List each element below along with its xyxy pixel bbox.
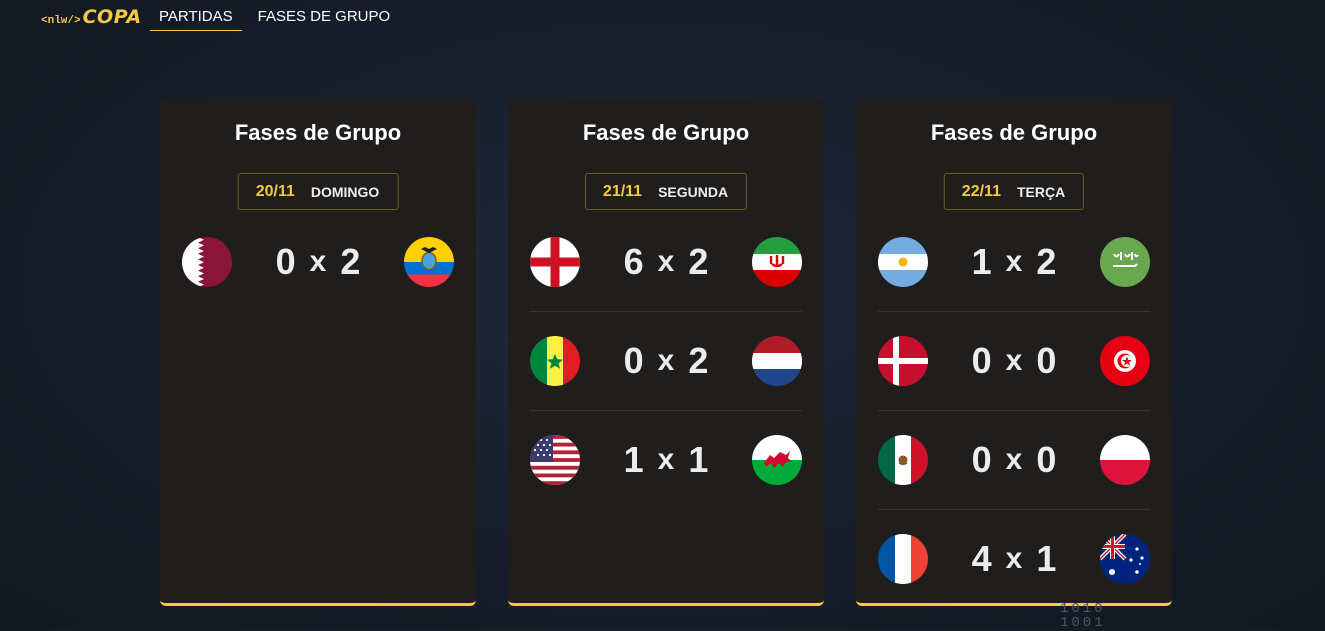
card-title: Fases de Grupo	[234, 120, 402, 145]
senegal-flag-icon	[530, 336, 580, 386]
qatar-flag-icon	[182, 237, 232, 287]
match-list: 1 x 2 0 x 0 0 x 0 4 x 1	[878, 213, 1150, 608]
away-score: 1	[1036, 538, 1057, 579]
france-flag-icon	[878, 534, 928, 584]
denmark-flag-icon	[878, 336, 928, 386]
score-separator: x	[657, 245, 675, 278]
weekday-label: SEGUNDA	[658, 183, 729, 200]
home-score: 6	[623, 241, 644, 282]
match-row[interactable]: 0 x 0	[878, 312, 1150, 411]
score-separator: x	[1005, 245, 1023, 278]
england-flag-icon	[530, 237, 580, 287]
tunisia-flag-icon	[1100, 336, 1150, 386]
background-binary-text: 1010 1001	[1060, 602, 1106, 630]
match-score: 0 x 0	[972, 439, 1057, 481]
home-score: 1	[623, 439, 644, 480]
match-list: 6 x 2 0 x 2 1 x 1	[530, 213, 802, 509]
date-badge: 22/11 TERÇA	[943, 173, 1085, 210]
match-score: 0 x 2	[624, 340, 709, 382]
top-bar: <nlw/> COPA PARTIDAS FASES DE GRUPO	[0, 0, 1325, 34]
score-separator: x	[1005, 542, 1023, 575]
home-score: 0	[971, 340, 992, 381]
nav-partidas[interactable]: PARTIDAS	[150, 0, 242, 31]
match-score: 0 x 0	[972, 340, 1057, 382]
argentina-flag-icon	[878, 237, 928, 287]
match-row[interactable]: 4 x 1	[878, 510, 1150, 608]
match-day-card: Fases de Grupo 21/11 SEGUNDA 6 x 2 0 x 2…	[508, 98, 824, 606]
match-list: 0 x 2	[182, 213, 454, 311]
match-row[interactable]: 0 x 2	[530, 312, 802, 411]
card-title: Fases de Grupo	[582, 120, 750, 145]
date-badge: 21/11 SEGUNDA	[584, 173, 748, 210]
home-score: 0	[275, 241, 296, 282]
date-number: 21/11	[602, 182, 643, 200]
usa-flag-icon	[530, 435, 580, 485]
away-score: 0	[1036, 340, 1057, 381]
binary-line: 1010	[1060, 601, 1106, 617]
away-score: 2	[688, 241, 709, 282]
date-number: 20/11	[255, 182, 295, 200]
match-day-card: Fases de Grupo 22/11 TERÇA 1 x 2 0 x 0 0…	[856, 98, 1172, 606]
date-badge: 20/11 DOMINGO	[237, 173, 399, 210]
match-row[interactable]: 6 x 2	[530, 213, 802, 312]
match-score: 4 x 1	[972, 538, 1057, 580]
match-score: 0 x 2	[276, 241, 361, 283]
australia-flag-icon	[1100, 534, 1150, 584]
ecuador-flag-icon	[404, 237, 454, 287]
match-score: 1 x 1	[624, 439, 709, 481]
score-separator: x	[1005, 443, 1023, 476]
away-score: 0	[1036, 439, 1057, 480]
match-row[interactable]: 1 x 1	[530, 411, 802, 509]
match-score: 6 x 2	[624, 241, 709, 283]
saudi-arabia-flag-icon	[1100, 237, 1150, 287]
home-score: 0	[971, 439, 992, 480]
mexico-flag-icon	[878, 435, 928, 485]
score-separator: x	[657, 344, 675, 377]
match-day-card: Fases de Grupo 20/11 DOMINGO 0 x 2	[160, 98, 476, 606]
poland-flag-icon	[1100, 435, 1150, 485]
match-score: 1 x 2	[972, 241, 1057, 283]
away-score: 2	[688, 340, 709, 381]
card-title: Fases de Grupo	[930, 120, 1098, 145]
nav-fases-de-grupo[interactable]: FASES DE GRUPO	[249, 0, 400, 30]
score-separator: x	[657, 443, 675, 476]
weekday-label: DOMINGO	[310, 183, 380, 200]
match-row[interactable]: 0 x 2	[182, 213, 454, 311]
iran-flag-icon	[752, 237, 802, 287]
app-logo[interactable]: <nlw/> COPA	[41, 6, 142, 28]
date-number: 22/11	[961, 182, 1001, 200]
logo-tag: <nlw/>	[41, 15, 81, 27]
home-score: 0	[623, 340, 644, 381]
main-nav: PARTIDAS FASES DE GRUPO	[150, 0, 399, 31]
match-row[interactable]: 1 x 2	[878, 213, 1150, 312]
logo-name: COPA	[82, 6, 142, 28]
away-score: 1	[688, 439, 709, 480]
away-score: 2	[1036, 241, 1057, 282]
score-separator: x	[1005, 344, 1023, 377]
home-score: 1	[971, 241, 992, 282]
weekday-label: TERÇA	[1016, 183, 1066, 200]
away-score: 2	[340, 241, 361, 282]
wales-flag-icon	[752, 435, 802, 485]
match-row[interactable]: 0 x 0	[878, 411, 1150, 510]
home-score: 4	[971, 538, 992, 579]
netherlands-flag-icon	[752, 336, 802, 386]
score-separator: x	[309, 245, 327, 278]
